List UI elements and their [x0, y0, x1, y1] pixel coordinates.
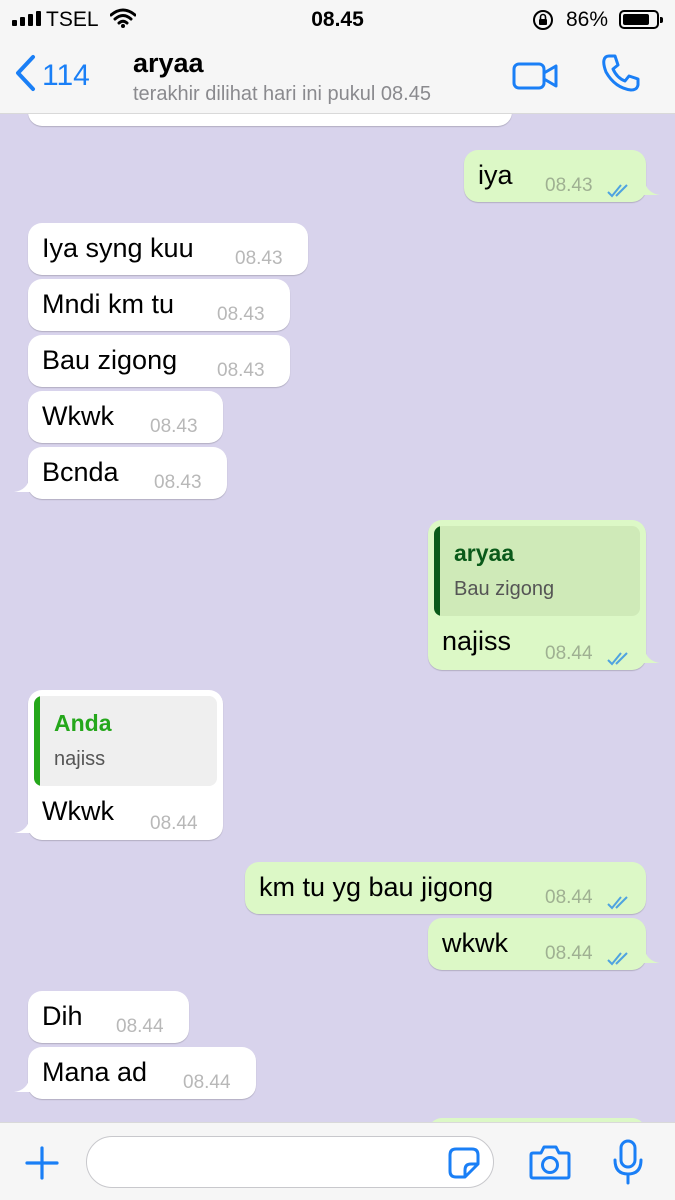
message-text: km tu yg bau jigong	[259, 872, 494, 902]
quote-bar	[34, 696, 40, 786]
quoted-text: najiss	[54, 748, 106, 770]
message-text: Wkwk	[42, 401, 114, 431]
orientation-lock-icon	[532, 9, 554, 37]
reply-message-incoming[interactable]: Anda najiss Wkwk 08.44	[14, 690, 223, 840]
quoted-message[interactable]: aryaa Bau zigong	[434, 526, 640, 616]
message-bubble-partial[interactable]	[28, 114, 512, 126]
message-bubble-outgoing[interactable]: iya 08.43	[464, 150, 660, 202]
input-bar	[0, 1122, 675, 1200]
read-ticks-icon	[607, 888, 633, 919]
message-text: Wkwk	[42, 796, 114, 826]
back-button[interactable]: 114	[14, 54, 90, 97]
phone-call-icon[interactable]	[600, 52, 642, 99]
message-text: iya	[478, 160, 513, 190]
message-bubble-incoming[interactable]: Wkwk 08.43	[28, 391, 223, 443]
message-time: 08.44	[545, 643, 593, 664]
message-time: 08.43	[217, 360, 265, 381]
bubble-tail	[14, 809, 30, 840]
message-time: 08.43	[217, 304, 265, 325]
message-bubble-incoming[interactable]: Iya syng kuu 08.43	[28, 223, 308, 275]
quoted-text: Bau zigong	[454, 578, 555, 600]
message-bubble-outgoing[interactable]: wkwk 08.44	[428, 918, 660, 970]
battery-icon	[619, 10, 663, 29]
message-text: Dih	[42, 1001, 83, 1031]
message-bubble-incoming[interactable]: Bau zigong 08.43	[28, 335, 290, 387]
chat-header: 114 aryaa terakhir dilihat hari ini puku…	[0, 38, 675, 114]
message-bubble-incoming[interactable]: Mndi km tu 08.43	[28, 279, 290, 331]
message-text: Mndi km tu	[42, 289, 175, 319]
sticker-icon[interactable]	[447, 1146, 481, 1185]
message-text: najiss	[442, 626, 512, 656]
battery-percent: 86%	[566, 8, 609, 31]
read-ticks-icon	[607, 644, 633, 675]
read-ticks-icon	[607, 944, 633, 975]
read-ticks-icon	[607, 176, 633, 207]
reply-message-outgoing[interactable]: aryaa Bau zigong najiss 08.44	[428, 520, 660, 670]
message-time: 08.43	[235, 248, 283, 269]
message-bubble-incoming[interactable]: Dih 08.44	[28, 991, 189, 1043]
quoted-message[interactable]: Anda najiss	[34, 696, 217, 786]
bubble-tail	[14, 468, 30, 499]
video-call-icon[interactable]	[512, 60, 558, 97]
quote-bar	[434, 526, 440, 616]
quoted-author: Anda	[54, 710, 112, 736]
contact-name[interactable]: aryaa	[133, 48, 204, 79]
contact-last-seen: terakhir dilihat hari ini pukul 08.45	[133, 83, 431, 105]
message-input[interactable]	[86, 1136, 494, 1188]
bubble-tail	[644, 939, 660, 970]
message-text: wkwk	[442, 928, 508, 958]
bubble-tail	[644, 171, 660, 202]
message-bubble-outgoing[interactable]: km tu yg bau jigong 08.44	[245, 862, 646, 914]
bubble-tail	[14, 1068, 30, 1099]
camera-icon[interactable]	[529, 1143, 571, 1186]
plus-icon[interactable]	[24, 1145, 60, 1186]
message-time: 08.43	[545, 175, 593, 196]
message-time: 08.44	[150, 813, 198, 834]
message-time: 08.44	[545, 887, 593, 908]
message-text: Bcnda	[42, 457, 119, 487]
message-time: 08.44	[545, 943, 593, 964]
message-time: 08.43	[154, 472, 202, 493]
message-bubble-incoming[interactable]: Mana ad 08.44	[14, 1047, 256, 1099]
message-time: 08.44	[116, 1016, 164, 1037]
message-bubble-incoming[interactable]: Bcnda 08.43	[14, 447, 227, 499]
message-text: Mana ad	[42, 1057, 148, 1087]
quoted-author: aryaa	[454, 540, 515, 566]
microphone-icon[interactable]	[612, 1139, 644, 1190]
message-text: Bau zigong	[42, 345, 178, 375]
message-time: 08.43	[150, 416, 198, 437]
chevron-left-icon	[14, 54, 36, 97]
message-text: Iya syng kuu	[42, 233, 194, 263]
chat-area[interactable]: iya 08.43 Iya syng kuu 08.43 Mndi km tu …	[0, 114, 675, 1122]
bubble-tail	[644, 639, 660, 670]
unread-count: 114	[42, 58, 90, 92]
message-time: 08.44	[183, 1072, 231, 1093]
status-bar: TSEL 08.45 86%	[0, 0, 675, 38]
